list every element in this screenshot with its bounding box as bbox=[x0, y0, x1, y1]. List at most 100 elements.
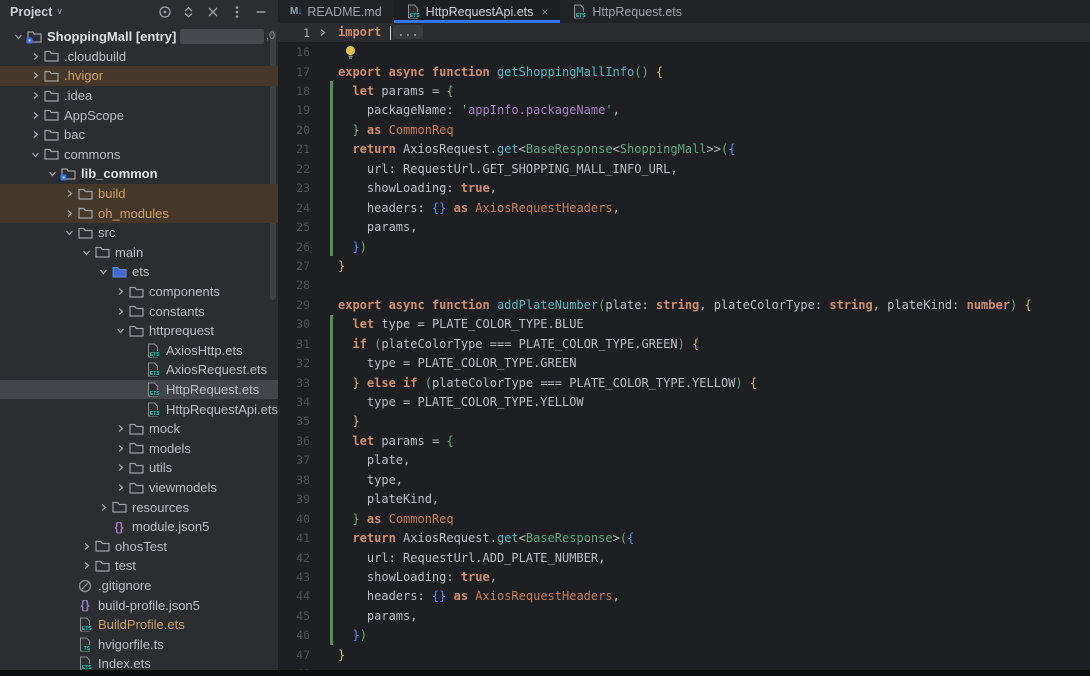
chevron-expanded-icon[interactable] bbox=[112, 323, 128, 339]
collapse-all-icon[interactable] bbox=[205, 4, 220, 19]
tree-item-hvigorfile-ts[interactable]: TShvigorfile.ts bbox=[0, 635, 278, 655]
code-line[interactable]: 28 bbox=[278, 276, 1090, 295]
code-line[interactable]: 40 } as CommonReq bbox=[278, 509, 1090, 528]
fold-chevron-icon[interactable] bbox=[318, 28, 327, 37]
chevron-collapsed-icon[interactable] bbox=[112, 460, 128, 476]
chevron-expanded-icon[interactable] bbox=[10, 29, 26, 45]
intention-bulb-icon[interactable] bbox=[338, 45, 356, 59]
code-line[interactable]: 45 params, bbox=[278, 606, 1090, 625]
chevron-collapsed-icon[interactable] bbox=[27, 68, 43, 84]
folded-region[interactable]: ... bbox=[393, 25, 423, 39]
code-line[interactable]: 17export async function getShoppingMallI… bbox=[278, 62, 1090, 81]
chevron-collapsed-icon[interactable] bbox=[27, 48, 43, 64]
code-line[interactable]: 18 let params = { bbox=[278, 81, 1090, 100]
code-line[interactable]: 36 let params = { bbox=[278, 431, 1090, 450]
chevron-collapsed-icon[interactable] bbox=[61, 205, 77, 221]
tree-item-ohostest[interactable]: ohosTest bbox=[0, 537, 278, 557]
tree-item--gitignore[interactable]: .gitignore bbox=[0, 576, 278, 596]
tree-item-httprequestapi-ets[interactable]: ETSHttpRequestApi.ets bbox=[0, 399, 278, 419]
tree-item-main[interactable]: main bbox=[0, 243, 278, 263]
chevron-collapsed-icon[interactable] bbox=[27, 88, 43, 104]
hide-panel-icon[interactable] bbox=[253, 4, 268, 19]
tree-item-httprequest-ets[interactable]: ETSHttpRequest.ets bbox=[0, 380, 278, 400]
tab-httprequestapi-ets[interactable]: ETSHttpRequestApi.ets× bbox=[394, 0, 561, 23]
expand-all-icon[interactable] bbox=[181, 4, 196, 19]
more-options-icon[interactable] bbox=[229, 4, 244, 19]
chevron-collapsed-icon[interactable] bbox=[78, 558, 94, 574]
tree-item-commons[interactable]: commons bbox=[0, 145, 278, 165]
tree-item-lib-common[interactable]: lib_common bbox=[0, 164, 278, 184]
code-line[interactable]: 30 let type = PLATE_COLOR_TYPE.BLUE bbox=[278, 315, 1090, 334]
chevron-collapsed-icon[interactable] bbox=[27, 107, 43, 123]
code-line[interactable]: 32 type = PLATE_COLOR_TYPE.GREEN bbox=[278, 353, 1090, 372]
tree-item-components[interactable]: components bbox=[0, 282, 278, 302]
code-line[interactable]: 21 return AxiosRequest.get<BaseResponse<… bbox=[278, 140, 1090, 159]
code-line[interactable]: 31 if (plateColorType === PLATE_COLOR_TY… bbox=[278, 334, 1090, 353]
chevron-expanded-icon[interactable] bbox=[78, 244, 94, 260]
code-line[interactable]: 35 } bbox=[278, 412, 1090, 431]
code-line[interactable]: 1import ... bbox=[278, 23, 1090, 42]
chevron-expanded-icon[interactable] bbox=[44, 166, 60, 182]
code-line[interactable]: 26 }) bbox=[278, 237, 1090, 256]
project-dropdown[interactable]: Project bbox=[10, 5, 52, 19]
tree-item-ets[interactable]: ets bbox=[0, 262, 278, 282]
locate-icon[interactable] bbox=[157, 4, 172, 19]
tree-item-constants[interactable]: constants bbox=[0, 301, 278, 321]
tree-item-resources[interactable]: resources bbox=[0, 497, 278, 517]
chevron-expanded-icon[interactable] bbox=[27, 146, 43, 162]
chevron-collapsed-icon[interactable] bbox=[112, 284, 128, 300]
tree-item-appscope[interactable]: AppScope bbox=[0, 105, 278, 125]
tree-item-oh-modules[interactable]: oh_modules bbox=[0, 203, 278, 223]
chevron-collapsed-icon[interactable] bbox=[61, 186, 77, 202]
code-line[interactable]: 44 headers: {} as AxiosRequestHeaders, bbox=[278, 587, 1090, 606]
code-line[interactable]: 29export async function addPlateNumber(p… bbox=[278, 295, 1090, 314]
chevron-collapsed-icon[interactable] bbox=[112, 303, 128, 319]
tree-item--cloudbuild[interactable]: .cloudbuild bbox=[0, 47, 278, 67]
tree-item-build[interactable]: build bbox=[0, 184, 278, 204]
close-icon[interactable]: × bbox=[541, 5, 548, 19]
tree-item-src[interactable]: src bbox=[0, 223, 278, 243]
tree-item-test[interactable]: test bbox=[0, 556, 278, 576]
tree-item-utils[interactable]: utils bbox=[0, 458, 278, 478]
chevron-collapsed-icon[interactable] bbox=[112, 480, 128, 496]
code-line[interactable]: 33 } else if (plateColorType === PLATE_C… bbox=[278, 373, 1090, 392]
code-line[interactable]: 37 plate, bbox=[278, 451, 1090, 470]
tree-item-viewmodels[interactable]: viewmodels bbox=[0, 478, 278, 498]
code-line[interactable]: 41 return AxiosRequest.get<BaseResponse>… bbox=[278, 528, 1090, 547]
code-line[interactable]: 16 bbox=[278, 42, 1090, 61]
code-line[interactable]: 42 url: RequestUrl.ADD_PLATE_NUMBER, bbox=[278, 548, 1090, 567]
code-line[interactable]: 23 showLoading: true, bbox=[278, 179, 1090, 198]
tree-item-axioshttp-ets[interactable]: ETSAxiosHttp.ets bbox=[0, 341, 278, 361]
tree-item-mock[interactable]: mock bbox=[0, 419, 278, 439]
code-line[interactable]: 22 url: RequestUrl.GET_SHOPPING_MALL_INF… bbox=[278, 159, 1090, 178]
code-line[interactable]: 19 packageName: 'appInfo.packageName', bbox=[278, 101, 1090, 120]
code-line[interactable]: 24 headers: {} as AxiosRequestHeaders, bbox=[278, 198, 1090, 217]
tree-item-index-ets[interactable]: ETSIndex.ets bbox=[0, 654, 278, 670]
chevron-expanded-icon[interactable] bbox=[61, 225, 77, 241]
tree-item-buildprofile-ets[interactable]: ETSBuildProfile.ets bbox=[0, 615, 278, 635]
chevron-collapsed-icon[interactable] bbox=[78, 538, 94, 554]
chevron-collapsed-icon[interactable] bbox=[95, 499, 111, 515]
code-line[interactable]: 20 } as CommonReq bbox=[278, 120, 1090, 139]
tab-readme-md[interactable]: M↓README.md bbox=[278, 0, 394, 23]
code-line[interactable]: 27} bbox=[278, 256, 1090, 275]
chevron-collapsed-icon[interactable] bbox=[112, 440, 128, 456]
code-line[interactable]: 39 plateKind, bbox=[278, 490, 1090, 509]
chevron-collapsed-icon[interactable] bbox=[112, 421, 128, 437]
chevron-expanded-icon[interactable] bbox=[95, 264, 111, 280]
tree-item-shoppingmall-entry-[interactable]: ShoppingMall [entry],0 bbox=[0, 27, 278, 47]
tree-item--hvigor[interactable]: .hvigor bbox=[0, 66, 278, 86]
code-line[interactable]: 47} bbox=[278, 645, 1090, 664]
chevron-collapsed-icon[interactable] bbox=[27, 127, 43, 143]
tree-item-httprequest[interactable]: httprequest bbox=[0, 321, 278, 341]
code-line[interactable]: 46 }) bbox=[278, 626, 1090, 645]
tab-httprequest-ets[interactable]: ETSHttpRequest.ets bbox=[560, 0, 694, 23]
tree-item-module-json5[interactable]: {}module.json5 bbox=[0, 517, 278, 537]
tree-item-axiosrequest-ets[interactable]: ETSAxiosRequest.ets bbox=[0, 360, 278, 380]
code-editor[interactable]: 1import ...16 17export async function ge… bbox=[278, 23, 1090, 670]
code-line[interactable]: 43 showLoading: true, bbox=[278, 567, 1090, 586]
code-line[interactable]: 34 type = PLATE_COLOR_TYPE.YELLOW bbox=[278, 392, 1090, 411]
code-line[interactable]: 38 type, bbox=[278, 470, 1090, 489]
tree-item-bac[interactable]: bac bbox=[0, 125, 278, 145]
tree-item-models[interactable]: models bbox=[0, 439, 278, 459]
